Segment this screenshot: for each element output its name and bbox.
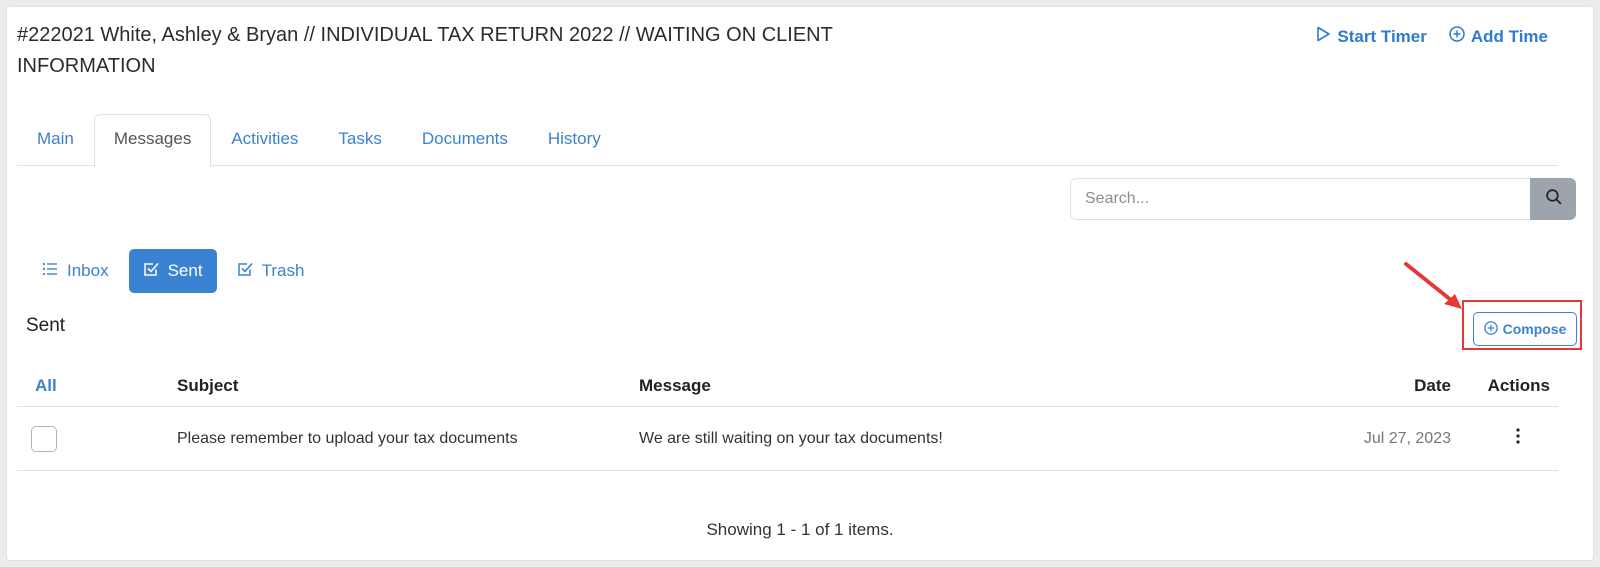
check-square-icon xyxy=(143,261,159,282)
play-icon xyxy=(1315,26,1331,47)
column-header-actions: Actions xyxy=(1487,375,1550,395)
messages-table: All Subject Message Date Actions Please … xyxy=(17,365,1558,471)
tab-activities[interactable]: Activities xyxy=(211,114,318,166)
tab-documents[interactable]: Documents xyxy=(402,114,528,166)
header-actions: Start Timer Add Time xyxy=(1315,26,1548,47)
plus-circle-icon xyxy=(1483,320,1498,338)
add-time-label: Add Time xyxy=(1470,26,1548,46)
tab-bar: Main Messages Activities Tasks Documents… xyxy=(17,114,1558,167)
check-square-icon xyxy=(237,261,253,282)
column-header-subject: Subject xyxy=(177,375,239,395)
start-timer-button[interactable]: Start Timer xyxy=(1315,26,1427,47)
column-header-message: Message xyxy=(639,375,711,395)
table-row[interactable]: Please remember to upload your tax docum… xyxy=(17,407,1558,471)
add-time-button[interactable]: Add Time xyxy=(1449,26,1548,47)
tab-messages[interactable]: Messages xyxy=(93,114,212,167)
search-icon xyxy=(1545,188,1562,210)
start-timer-label: Start Timer xyxy=(1337,26,1427,46)
search-button[interactable] xyxy=(1530,178,1576,220)
folder-nav: Inbox Sent Trash xyxy=(28,249,318,293)
row-message: We are still waiting on your tax documen… xyxy=(639,429,943,447)
table-header: All Subject Message Date Actions xyxy=(17,365,1558,407)
row-actions-cell xyxy=(1451,426,1558,451)
row-select-cell xyxy=(17,425,177,452)
pagination-summary: Showing 1 - 1 of 1 items. xyxy=(706,520,894,539)
folder-trash-label: Trash xyxy=(261,261,305,280)
row-checkbox[interactable] xyxy=(31,425,57,452)
folder-inbox-label: Inbox xyxy=(67,261,109,280)
column-header-date: Date xyxy=(1414,375,1451,395)
row-date: Jul 27, 2023 xyxy=(1363,429,1451,447)
folder-sent-label: Sent xyxy=(167,261,203,280)
row-subject: Please remember to upload your tax docum… xyxy=(177,429,518,447)
folder-trash[interactable]: Trash xyxy=(223,249,319,293)
plus-circle-icon xyxy=(1449,26,1465,47)
compose-button[interactable]: Compose xyxy=(1473,312,1577,346)
compose-label: Compose xyxy=(1502,321,1567,337)
annotation-arrow xyxy=(1404,262,1462,309)
folder-inbox[interactable]: Inbox xyxy=(28,249,123,293)
search-input[interactable] xyxy=(1070,178,1530,220)
more-vertical-icon[interactable] xyxy=(1508,426,1528,446)
folder-sent[interactable]: Sent xyxy=(128,249,217,293)
tab-main[interactable]: Main xyxy=(17,114,94,166)
list-icon xyxy=(42,261,58,282)
tab-tasks[interactable]: Tasks xyxy=(318,114,401,166)
page-title: #222021 White, Ashley & Bryan // INDIVID… xyxy=(17,24,833,77)
tab-history[interactable]: History xyxy=(528,114,621,166)
select-all-link[interactable]: All xyxy=(17,376,177,396)
section-title: Sent xyxy=(26,315,66,336)
search-bar xyxy=(1070,178,1576,220)
